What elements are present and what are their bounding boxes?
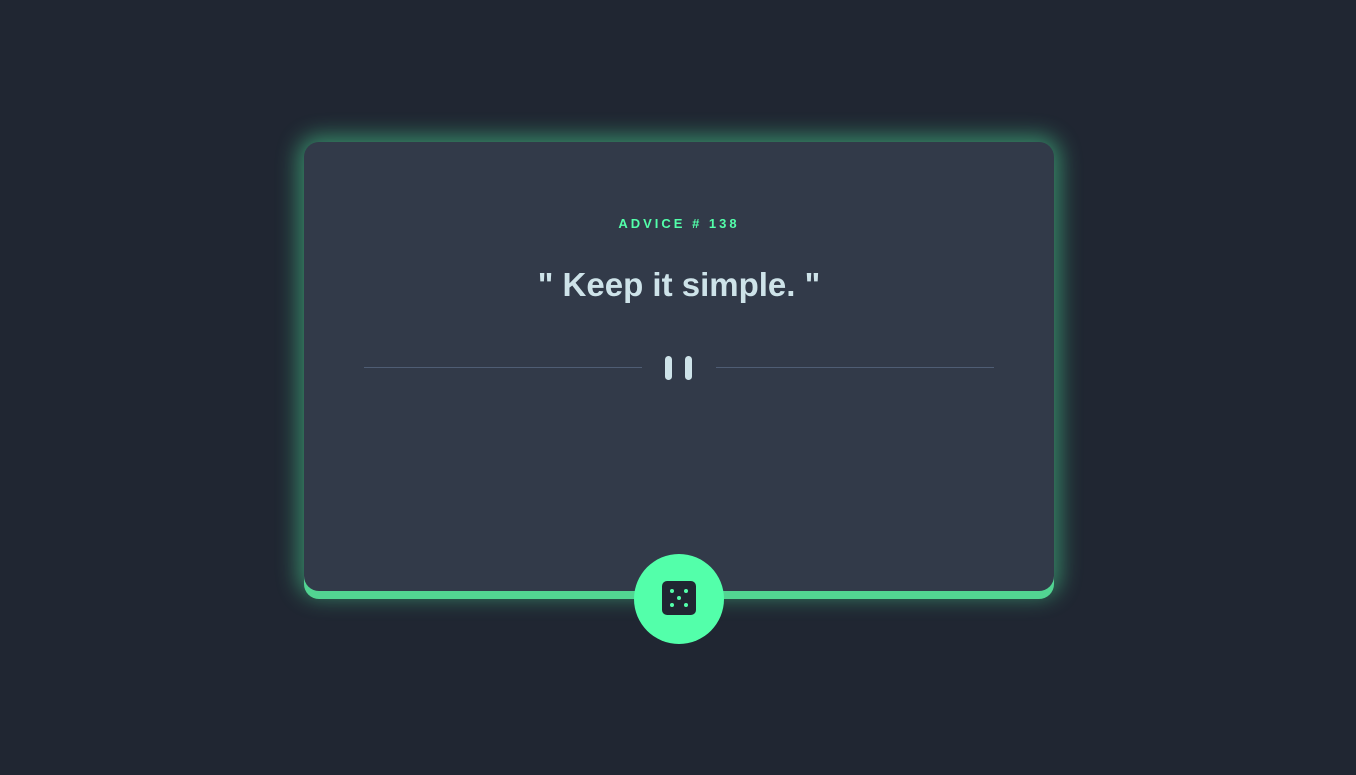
pause-icon-bar-left <box>665 356 672 380</box>
divider-line-left <box>364 367 642 368</box>
divider <box>364 355 994 381</box>
advice-quote: " Keep it simple. " <box>537 266 821 303</box>
dice-icon <box>662 581 696 615</box>
page: ADVICE # 138 " Keep it simple. " <box>0 0 1356 775</box>
pause-icon <box>664 356 694 380</box>
new-advice-button[interactable] <box>634 554 724 644</box>
divider-line-right <box>716 367 994 368</box>
pause-icon-bar-right <box>685 356 692 380</box>
advice-card: ADVICE # 138 " Keep it simple. " <box>304 142 1054 591</box>
advice-id: ADVICE # 138 <box>618 216 740 231</box>
